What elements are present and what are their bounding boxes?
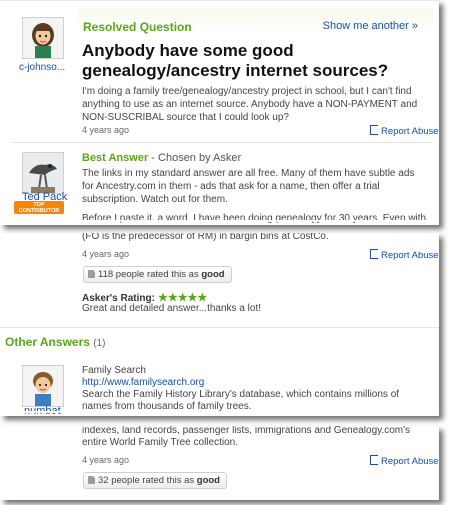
flag-icon	[370, 249, 378, 259]
report-abuse-label: Report Abuse	[381, 456, 439, 467]
question-panel: Resolved Question Show me another » c-jo…	[0, 0, 439, 225]
best-answer-timestamp: 4 years ago	[82, 249, 130, 259]
familysearch-link[interactable]: http://www.familysearch.org	[82, 377, 204, 389]
best-answerer-avatar[interactable]	[22, 152, 64, 194]
best-answer-rating-button[interactable]: 118 people rated this as good	[83, 266, 232, 283]
other-answer-title: Family Search	[82, 365, 146, 376]
other-answerer-avatar[interactable]	[22, 365, 64, 407]
top-contributor-badge: TOP CONTRIBUTOR	[14, 201, 64, 214]
asker-comment: Great and detailed answer...thanks a lot…	[82, 303, 261, 314]
other-answers-label: Other Answers	[5, 335, 90, 349]
other-answers-heading: Other Answers (1)	[5, 335, 106, 349]
rating-count: 118 people rated this as	[98, 269, 199, 280]
report-abuse-label: Report Abuse	[381, 126, 439, 137]
flag-icon	[370, 125, 378, 135]
bird-avatar-icon	[23, 153, 63, 193]
rating-word: good	[201, 269, 225, 280]
question-title: Anybody have some good genealogy/ancestr…	[82, 41, 389, 80]
best-answer-label: Best Answer	[82, 152, 149, 164]
other-answer-description: Search the Family History Library's data…	[82, 389, 400, 412]
chosen-by-label: - Chosen by Asker	[148, 152, 242, 164]
rating-word: good	[196, 475, 220, 486]
question-report-abuse[interactable]: Report Abuse	[370, 125, 439, 137]
badge-line1: TOP	[33, 202, 45, 208]
question-body: I'm doing a family tree/genealogy/ancest…	[82, 86, 418, 123]
best-answer-continuation: (FO is the predecessor of RM) in bargin …	[82, 233, 329, 242]
rating-count: 32 people rated this as	[98, 475, 195, 486]
best-answer-paragraph-1: The links in my standard answer are all …	[82, 168, 415, 205]
best-answer-continued-panel: (FO is the predecessor of RM) in bargin …	[0, 233, 439, 416]
best-answer-heading: Best Answer - Chosen by Asker	[82, 152, 241, 164]
other-answerer-username[interactable]: numbat	[24, 405, 61, 416]
boy-avatar-icon	[23, 366, 63, 406]
other-answer-continued-panel: indexes, land records, passenger lists, …	[0, 426, 439, 500]
best-answer-body: The links in my standard answer are all …	[82, 167, 427, 225]
other-answer-rating-button[interactable]: 32 people rated this as good	[83, 472, 227, 489]
other-answers-count: (1)	[93, 338, 106, 349]
flag-icon	[370, 455, 378, 465]
other-answer-continuation: indexes, land records, passenger lists, …	[82, 426, 410, 448]
resolved-question-label: Resolved Question	[83, 20, 192, 34]
asker-username[interactable]: c-johnso...	[19, 62, 65, 73]
divider	[12, 142, 433, 143]
badge-line2: CONTRIBUTOR	[18, 208, 60, 214]
question-timestamp: 4 years ago	[82, 125, 130, 135]
girl-avatar-icon	[23, 18, 63, 58]
thumbs-up-icon	[88, 476, 95, 484]
other-answer-timestamp: 4 years ago	[82, 455, 130, 465]
show-another-link[interactable]: Show me another »	[323, 20, 418, 32]
asker-avatar[interactable]	[22, 17, 64, 59]
report-abuse-label: Report Abuse	[381, 250, 439, 261]
best-answer-paragraph-2: Before I paste it, a word. I have been d…	[82, 213, 427, 224]
best-answer-report-abuse[interactable]: Report Abuse	[370, 249, 439, 261]
thumbs-up-icon	[88, 270, 95, 278]
other-answer-report-abuse[interactable]: Report Abuse	[370, 455, 439, 467]
